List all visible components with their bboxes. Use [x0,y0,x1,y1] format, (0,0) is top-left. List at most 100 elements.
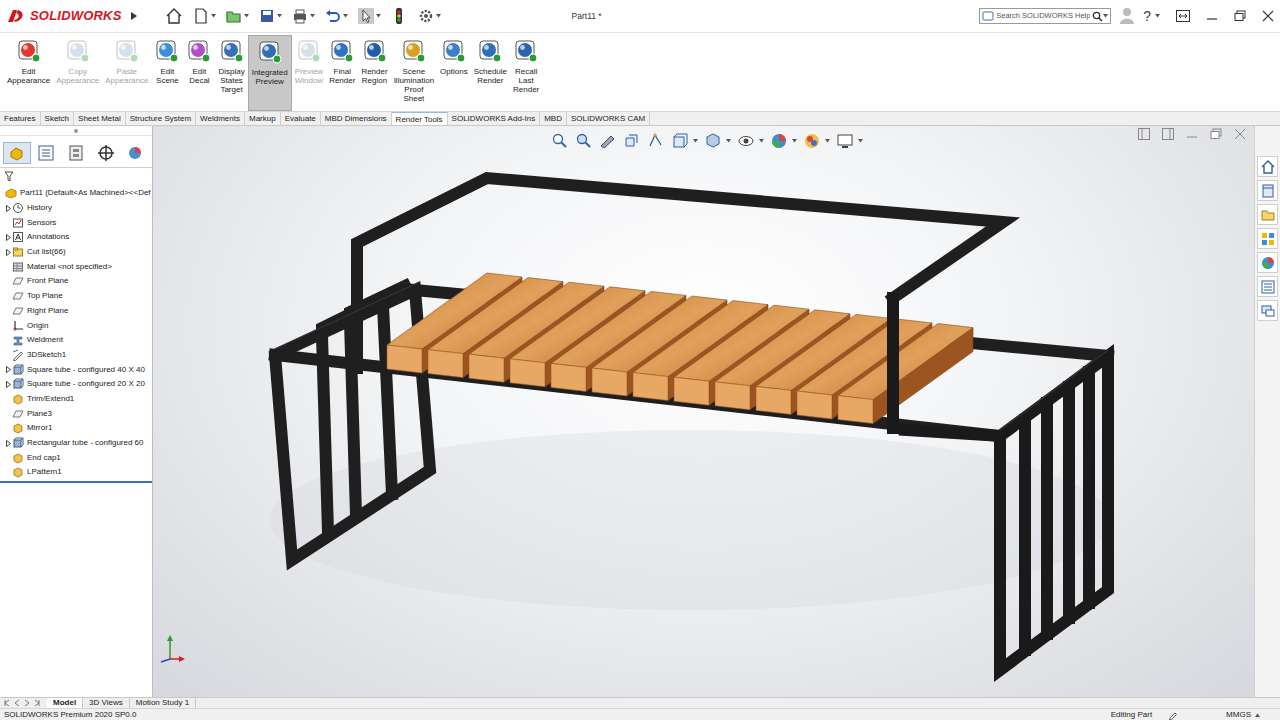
menu-arrow-icon[interactable] [130,11,138,21]
expand-arrow-icon[interactable] [0,234,12,241]
command-tab[interactable]: MBD [540,112,567,125]
task-pane-tab[interactable] [1257,156,1278,177]
ribbon-button[interactable]: Render Region [358,35,390,111]
view-tool-button[interactable] [836,132,863,150]
help-search-input[interactable] [994,10,1092,21]
expand-arrow-icon[interactable] [0,440,12,447]
ribbon-button[interactable]: Final Render [326,35,358,111]
restore-icon[interactable] [1210,128,1222,140]
manager-tab[interactable] [92,142,120,164]
print-button[interactable] [288,5,318,27]
tree-item[interactable]: Origin [0,318,152,333]
tree-item[interactable]: Rectangular tube - configured 60 [0,436,152,451]
tree-item[interactable]: History [0,201,152,216]
ribbon-button[interactable]: Edit Scene [151,35,183,111]
tree-root[interactable]: Part11 (Default<As Machined><<Def [0,186,152,201]
tree-item[interactable]: Top Plane [0,289,152,304]
expand-arrow-icon[interactable] [0,249,12,256]
view-tool-button[interactable] [575,132,593,150]
ribbon-button[interactable]: Display States Target [215,35,247,111]
tree-item[interactable]: Front Plane [0,274,152,289]
manager-tab[interactable] [121,142,149,164]
panel-handle[interactable] [0,126,152,136]
nav-arrow-icon[interactable] [24,699,31,707]
tree-item[interactable]: Mirror1 [0,421,152,436]
tree-filter[interactable] [0,168,152,184]
close-icon[interactable] [1262,10,1274,22]
split-view-icon[interactable] [1138,128,1150,140]
command-tab[interactable]: Sketch [41,112,74,125]
user-icon[interactable] [1119,7,1135,25]
bench-model[interactable] [153,126,1254,697]
tree-item[interactable]: Annotations [0,230,152,245]
expand-arrow-icon[interactable] [0,205,12,212]
expand-arrow-icon[interactable] [0,381,12,388]
task-pane-tab[interactable] [1257,180,1278,201]
nav-arrow-icon[interactable] [4,699,11,707]
open-folder-button[interactable] [222,5,252,27]
ribbon-button[interactable]: Recall Last Render [510,35,542,111]
undo-button[interactable] [321,5,351,27]
tree-item[interactable]: LPattern1 [0,465,152,480]
new-document-button[interactable] [189,5,219,27]
options-gear-button[interactable] [414,5,444,27]
nav-arrow-icon[interactable] [14,699,21,707]
tree-item[interactable]: Right Plane [0,304,152,319]
view-tool-button[interactable] [803,132,830,150]
ribbon-button[interactable]: Integrated Preview [248,35,292,111]
expand-arrow-icon[interactable] [0,366,12,373]
ribbon-button[interactable]: Schedule Render [471,35,510,111]
model-canvas[interactable] [153,126,1254,697]
view-tool-button[interactable] [737,132,764,150]
close-icon[interactable] [1234,128,1246,140]
tree-item[interactable]: Trim/Extend1 [0,392,152,407]
tree-item[interactable]: End cap1 [0,450,152,465]
nav-arrow-icon[interactable] [34,699,41,707]
app-logo[interactable]: SOLIDWORKS [6,6,122,26]
rollback-bar[interactable] [0,481,152,483]
tree-item[interactable]: 3DSketch1 [0,348,152,363]
minimize-icon[interactable] [1186,128,1198,140]
view-tool-button[interactable] [551,132,569,150]
home-button[interactable] [162,5,186,27]
split-view-icon[interactable] [1162,128,1174,140]
view-tool-button[interactable] [647,132,665,150]
help-search[interactable] [979,8,1111,24]
command-tab[interactable]: Evaluate [281,112,321,125]
command-tab[interactable]: MBD Dimensions [321,112,392,125]
select-button[interactable] [354,5,384,27]
bottom-tab[interactable]: Motion Study 1 [130,698,196,708]
bottom-tab[interactable]: Model [47,698,83,708]
bottom-tab[interactable]: 3D Views [83,698,130,708]
view-tool-button[interactable] [770,132,797,150]
ribbon-button[interactable]: Edit Decal [183,35,215,111]
ribbon-button[interactable]: Options [437,35,471,111]
restore-icon[interactable] [1234,10,1246,22]
command-tab[interactable]: Render Tools [392,112,448,125]
ribbon-button[interactable]: Edit Appearance [4,35,53,111]
restore-layout-icon[interactable] [1176,10,1190,22]
tree-item[interactable]: Square tube - configured 20 X 20 [0,377,152,392]
command-tab[interactable]: Weldments [196,112,245,125]
units-selector[interactable]: MMGS [1226,709,1260,720]
command-tab[interactable]: Sheet Metal [74,112,126,125]
manager-tab[interactable] [33,142,61,164]
command-tab[interactable]: SOLIDWORKS CAM [567,112,650,125]
view-tool-button[interactable] [704,132,731,150]
tree-item[interactable]: Cut list(66) [0,245,152,260]
manager-tab[interactable] [3,142,31,164]
command-tab[interactable]: Structure System [126,112,196,125]
view-tool-button[interactable] [671,132,698,150]
task-pane-tab[interactable] [1257,252,1278,273]
minimize-icon[interactable] [1206,10,1218,22]
tree-item[interactable]: Weldment [0,333,152,348]
task-pane-tab[interactable] [1257,276,1278,297]
tree-item[interactable]: Material <not specified> [0,259,152,274]
task-pane-tab[interactable] [1257,228,1278,249]
view-tool-button[interactable] [623,132,641,150]
manager-tab[interactable] [62,142,90,164]
task-pane-tab[interactable] [1257,300,1278,321]
command-tab[interactable]: Features [0,112,41,125]
command-tab[interactable]: SOLIDWORKS Add-Ins [448,112,541,125]
tree-item[interactable]: Plane3 [0,406,152,421]
